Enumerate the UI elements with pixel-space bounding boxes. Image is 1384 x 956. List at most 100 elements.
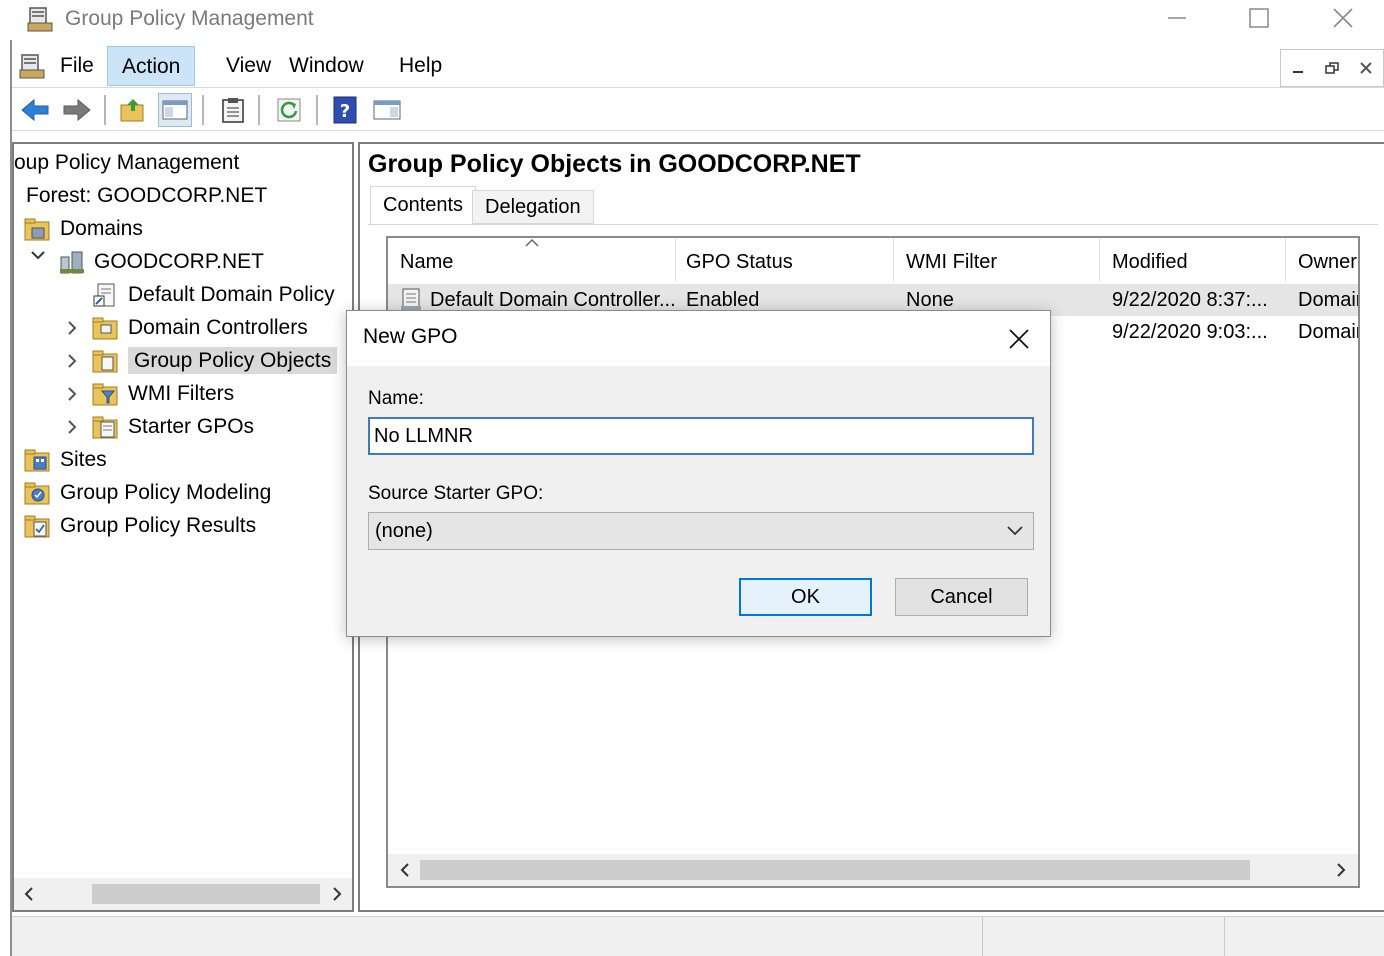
chevron-right-icon[interactable] [62,319,82,342]
tree-group-policy-objects[interactable]: Group Policy Objects [92,344,338,377]
tree-wmi-filters[interactable]: WMI Filters [92,377,234,410]
clipboard-button[interactable] [216,93,250,127]
tree-starter-label: Starter GPOs [128,415,255,438]
menu-bar: File Action View Window Help [12,44,1384,88]
row-modified: 9/22/2020 9:03:... [1112,321,1268,343]
close-icon [1360,62,1372,74]
mdi-close-button[interactable] [1349,50,1383,86]
chevron-right-icon[interactable] [62,385,82,408]
menu-window[interactable]: Window [275,46,378,86]
tree-domains[interactable]: Domains [24,212,143,245]
tab-underline [368,224,1378,225]
chevron-right-icon[interactable] [62,418,82,441]
help-icon: ? [333,96,357,124]
scroll-right-icon[interactable] [1332,860,1350,885]
up-folder-button[interactable] [116,93,150,127]
tree-horizontal-scrollbar[interactable] [14,878,352,910]
row-owner: Domair [1298,321,1358,343]
tab-delegation[interactable]: Delegation [472,190,594,224]
close-window-button[interactable] [1302,0,1384,36]
tree-gp-results[interactable]: Group Policy Results [24,509,256,542]
ou-folder-icon [92,317,118,340]
menu-file[interactable]: File [46,46,108,86]
starter-gpo-value: (none) [375,520,433,542]
chevron-down-icon[interactable] [28,246,48,269]
gpo-folder-icon [92,350,118,373]
help-button[interactable]: ? [328,93,362,127]
tree-gp-modeling[interactable]: Group Policy Modeling [24,476,271,509]
modeling-icon [24,482,50,505]
tree-dc-label: Domain Controllers [128,316,308,339]
dialog-title-bar: New GPO [347,311,1050,366]
console-icon[interactable] [18,52,48,80]
tree-domain-goodcorp[interactable]: GOODCORP.NET [58,245,264,278]
svg-text:?: ? [340,101,350,122]
name-label: Name: [368,388,424,409]
domains-folder-icon [24,218,50,241]
tree-starter-gpos[interactable]: Starter GPOs [92,410,254,443]
show-hide-tree-button[interactable] [158,93,192,127]
column-header-name[interactable]: Name [388,238,676,282]
tree-forest-label: Forest: GOODCORP.NET [26,184,268,207]
tree-forest[interactable]: Forest: GOODCORP.NET [26,179,267,212]
column-header-modified[interactable]: Modified [1100,238,1286,282]
column-header-owner[interactable]: Owner [1286,238,1358,282]
status-bar [12,916,1384,956]
back-button[interactable] [18,93,52,127]
clipboard-icon [222,98,244,123]
tree-root-label: oup Policy Management [14,151,240,174]
starter-gpo-icon [92,416,118,439]
gpmc-app-icon [26,5,56,33]
toolbar-separator [104,95,106,125]
maximize-button[interactable] [1218,0,1300,36]
starter-gpo-label: Source Starter GPO: [368,483,544,504]
column-header-status[interactable]: GPO Status [674,238,894,282]
close-icon [1009,329,1029,349]
results-icon [24,515,50,538]
menu-action[interactable]: Action [107,46,196,86]
tree-results-label: Group Policy Results [60,514,257,537]
minimize-button[interactable] [1136,0,1218,36]
tree-domain-label: GOODCORP.NET [94,250,264,273]
status-separator [982,917,983,956]
tree-sites[interactable]: Sites [24,443,107,476]
window-title: Group Policy Management [65,7,314,30]
tree-domain-controllers[interactable]: Domain Controllers [92,311,308,344]
cancel-button[interactable]: Cancel [895,578,1028,616]
list-scroll-thumb[interactable] [420,860,1250,880]
minimize-icon [1293,71,1303,73]
tree-wmi-label: WMI Filters [128,382,235,405]
tree-default-domain-policy[interactable]: Default Domain Policy [92,278,335,311]
list-horizontal-scrollbar[interactable] [388,854,1358,886]
starter-gpo-select[interactable]: (none) [368,512,1034,550]
page-title: Group Policy Objects in GOODCORP.NET [368,150,861,178]
mdi-controls [1280,49,1384,87]
mdi-minimize-button[interactable] [1281,50,1315,86]
refresh-icon [277,98,301,122]
scroll-left-icon[interactable] [20,884,38,909]
gpo-name-input[interactable] [368,417,1034,455]
mdi-restore-button[interactable] [1315,50,1349,86]
refresh-button[interactable] [272,93,306,127]
action-pane-button[interactable] [370,93,404,127]
scroll-right-icon[interactable] [328,884,346,909]
tree-sites-label: Sites [60,448,107,471]
maximize-icon [1249,8,1269,28]
chevron-right-icon[interactable] [62,352,82,375]
new-gpo-dialog: New GPO Name: Source Starter GPO: (none)… [346,310,1051,637]
column-header-wmi[interactable]: WMI Filter [894,238,1100,282]
forward-button[interactable] [60,93,94,127]
tab-contents[interactable]: Contents [370,186,477,226]
chevron-down-icon [1003,513,1027,549]
show-hide-tree-icon [162,100,188,120]
menu-help[interactable]: Help [385,46,456,86]
tree-scroll-thumb[interactable] [92,884,320,904]
toolbar-separator [316,95,318,125]
ok-button[interactable]: OK [739,578,872,616]
up-folder-icon [120,99,144,122]
scroll-left-icon[interactable] [396,860,414,885]
dialog-close-button[interactable] [997,319,1041,359]
wmi-filter-icon [92,383,118,406]
row-owner: Domair [1298,289,1358,311]
tree-root[interactable]: oup Policy Management [14,146,239,179]
